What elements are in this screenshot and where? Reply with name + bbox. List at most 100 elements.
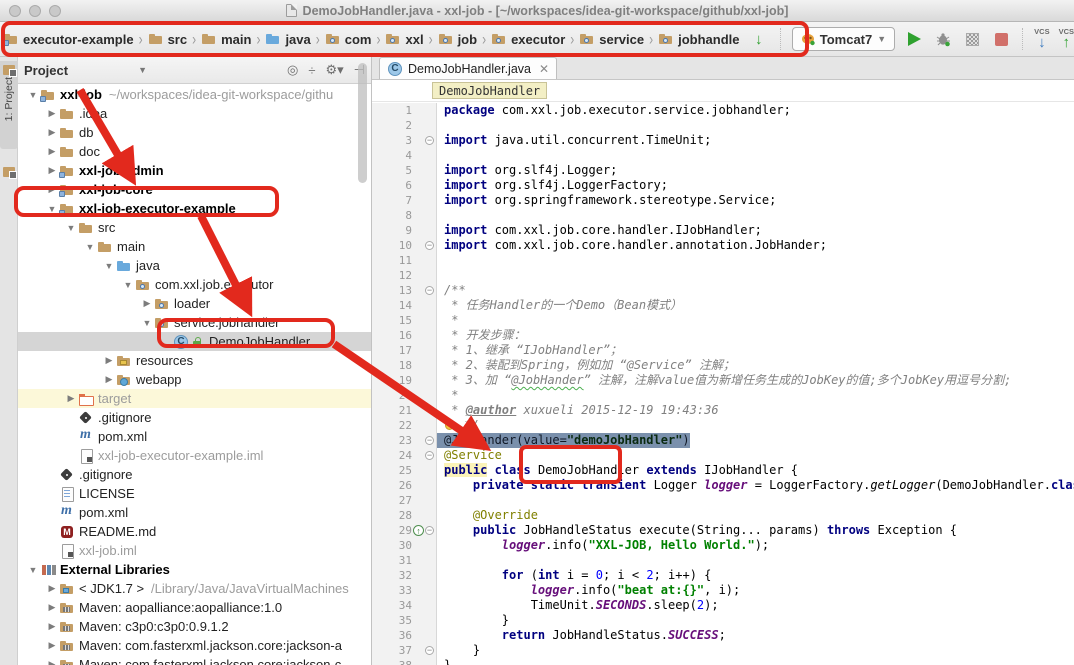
breadcrumb-item-executor[interactable]: executor xyxy=(491,31,565,47)
tree-item--JDK1.7-[interactable]: ▶< JDK1.7 >/Library/Java/JavaVirtualMach… xyxy=(18,579,371,598)
gear-icon[interactable]: ⚙▾ xyxy=(325,62,343,78)
tree-expand-icon[interactable]: ▼ xyxy=(83,242,97,252)
tree-expand-icon[interactable]: ▶ xyxy=(45,127,59,138)
breadcrumb-item-xxl[interactable]: xxl xyxy=(385,31,423,47)
tree-item-xxl-job-executor-example.iml[interactable]: xxl-job-executor-example.iml xyxy=(18,446,371,465)
code-editor[interactable]: 1package com.xxl.job.executor.service.jo… xyxy=(372,103,1074,665)
minimize-window-icon[interactable] xyxy=(29,5,41,17)
tree-expand-icon[interactable]: ▶ xyxy=(45,165,59,176)
tree-item-java[interactable]: ▼java xyxy=(18,256,371,275)
tree-expand-icon[interactable]: ▼ xyxy=(64,223,78,233)
tree-item-xxl-job-executor-example[interactable]: ▼xxl-job-executor-example xyxy=(18,199,371,218)
tree-expand-icon[interactable]: ▶ xyxy=(45,602,59,613)
intention-bulb-icon[interactable] xyxy=(445,421,454,430)
fold-icon[interactable]: − xyxy=(425,286,434,295)
tree-expand-icon[interactable]: ▶ xyxy=(45,621,59,632)
stop-button[interactable] xyxy=(991,29,1011,49)
fold-icon[interactable]: − xyxy=(425,526,434,535)
tree-item-loader[interactable]: ▶loader xyxy=(18,294,371,313)
breadcrumb-item-service[interactable]: service xyxy=(579,31,644,47)
fold-icon[interactable]: − xyxy=(425,451,434,460)
breadcrumb-separator: › xyxy=(649,31,653,47)
tree-item-Maven-com.fasterxml.jackson.core-jackson-c[interactable]: ▶Maven: com.fasterxml.jackson.core:jacks… xyxy=(18,655,371,665)
tree-item-DemoJobHandler[interactable]: DemoJobHandler xyxy=(18,332,371,351)
tree-item-pom.xml[interactable]: pom.xml xyxy=(18,503,371,522)
run-configuration-selector[interactable]: Tomcat7 ▼ xyxy=(792,27,895,51)
breadcrumb-item-jobhandler[interactable]: jobhandler xyxy=(658,31,739,47)
fold-icon[interactable]: − xyxy=(425,436,434,445)
tree-expand-icon[interactable]: ▼ xyxy=(121,280,135,290)
tree-expand-icon[interactable]: ▼ xyxy=(45,204,59,214)
tree-item-resources[interactable]: ▶resources xyxy=(18,351,371,370)
module-icon xyxy=(59,163,75,179)
coverage-button[interactable] xyxy=(962,29,982,49)
zoom-window-icon[interactable] xyxy=(49,5,61,17)
tree-expand-icon[interactable]: ▶ xyxy=(64,393,78,404)
gutter xyxy=(412,118,437,133)
tree-item-README.md[interactable]: README.md xyxy=(18,522,371,541)
tree-expand-icon[interactable]: ▼ xyxy=(102,261,116,271)
tree-item-LICENSE[interactable]: LICENSE xyxy=(18,484,371,503)
tree-item-label: xxl-job-admin xyxy=(79,163,164,178)
tree-item-Maven-c3p0-c3p0-0.9.1.2[interactable]: ▶Maven: c3p0:c3p0:0.9.1.2 xyxy=(18,617,371,636)
tree-expand-icon[interactable]: ▶ xyxy=(45,659,59,665)
breadcrumb-item-src[interactable]: src xyxy=(148,31,188,47)
tree-expand-icon[interactable]: ▶ xyxy=(45,583,59,594)
overrides-method-icon[interactable]: ↑ xyxy=(413,525,424,536)
tree-expand-icon[interactable]: ▼ xyxy=(26,90,40,100)
project-tool-window-tab[interactable]: 1: Project xyxy=(0,61,18,149)
window-controls[interactable] xyxy=(9,5,61,17)
tree-item-db[interactable]: ▶db xyxy=(18,123,371,142)
fold-icon[interactable]: − xyxy=(425,646,434,655)
tree-item-External-Libraries[interactable]: ▼External Libraries xyxy=(18,560,371,579)
tree-item-xxl-job.iml[interactable]: xxl-job.iml xyxy=(18,541,371,560)
tree-item-.gitignore[interactable]: .gitignore xyxy=(18,408,371,427)
close-tab-icon[interactable]: ✕ xyxy=(539,62,549,76)
vcs-update-button[interactable]: VCS ↓ xyxy=(1034,28,1049,51)
tree-expand-icon[interactable]: ▶ xyxy=(45,146,59,157)
tree-item-xxl-job-admin[interactable]: ▶ xxl-job-admin xyxy=(18,161,371,180)
locate-file-icon[interactable]: ◎ xyxy=(287,62,298,78)
breadcrumb-item-main[interactable]: main xyxy=(201,31,251,47)
tree-item-Maven-com.fasterxml.jackson.core-jackson-a[interactable]: ▶Maven: com.fasterxml.jackson.core:jacks… xyxy=(18,636,371,655)
code-line-32: 32 for (int i = 0; i < 2; i++) { xyxy=(372,568,1074,583)
debug-button[interactable] xyxy=(933,29,953,49)
collapse-all-icon[interactable]: ÷ xyxy=(308,63,315,78)
tree-scrollbar[interactable] xyxy=(358,63,367,183)
breadcrumb-item-com[interactable]: com xyxy=(325,31,372,47)
tree-item-src[interactable]: ▼src xyxy=(18,218,371,237)
favorites-stripe-icon[interactable] xyxy=(3,167,15,177)
tree-item-com.xxl.job.executor[interactable]: ▼com.xxl.job.executor xyxy=(18,275,371,294)
tree-expand-icon[interactable]: ▶ xyxy=(102,355,116,366)
breadcrumb-item-job[interactable]: job xyxy=(438,31,478,47)
update-project-icon[interactable]: ↓ xyxy=(749,29,769,49)
tree-item-.gitignore[interactable]: .gitignore xyxy=(18,465,371,484)
tree-expand-icon[interactable]: ▶ xyxy=(140,298,154,309)
tree-item-doc[interactable]: ▶doc xyxy=(18,142,371,161)
tree-expand-icon[interactable]: ▼ xyxy=(140,318,154,328)
tree-item-service.jobhandler[interactable]: ▼service.jobhandler xyxy=(18,313,371,332)
tree-expand-icon[interactable]: ▼ xyxy=(26,565,40,575)
vcs-commit-button[interactable]: VCS ↑ xyxy=(1059,28,1074,51)
editor-tab[interactable]: DemoJobHandler.java ✕ xyxy=(379,57,557,79)
tree-item-main[interactable]: ▼main xyxy=(18,237,371,256)
tree-item-target[interactable]: ▶target xyxy=(18,389,371,408)
tree-item-webapp[interactable]: ▶webapp xyxy=(18,370,371,389)
run-button[interactable] xyxy=(904,29,924,49)
breadcrumb-item-executor-example[interactable]: executor-example xyxy=(3,31,134,47)
project-view-selector[interactable]: Project ▼ xyxy=(24,63,147,78)
close-window-icon[interactable] xyxy=(9,5,21,17)
tree-item-xxl-job[interactable]: ▼xxl-job~/workspaces/idea-git-workspace/… xyxy=(18,85,371,104)
tree-item-Maven-aopalliance-aopalliance-1.0[interactable]: ▶Maven: aopalliance:aopalliance:1.0 xyxy=(18,598,371,617)
class-breadcrumb-tag[interactable]: DemoJobHandler xyxy=(432,82,547,99)
fold-icon[interactable]: − xyxy=(425,136,434,145)
breadcrumb-item-java[interactable]: java xyxy=(265,31,310,47)
fold-icon[interactable]: − xyxy=(425,241,434,250)
tree-expand-icon[interactable]: ▶ xyxy=(45,184,59,195)
tree-expand-icon[interactable]: ▶ xyxy=(45,108,59,119)
tree-expand-icon[interactable]: ▶ xyxy=(102,374,116,385)
tree-item-.idea[interactable]: ▶.idea xyxy=(18,104,371,123)
tree-expand-icon[interactable]: ▶ xyxy=(45,640,59,651)
tree-item-xxl-job-core[interactable]: ▶xxl-job-core xyxy=(18,180,371,199)
tree-item-pom.xml[interactable]: pom.xml xyxy=(18,427,371,446)
